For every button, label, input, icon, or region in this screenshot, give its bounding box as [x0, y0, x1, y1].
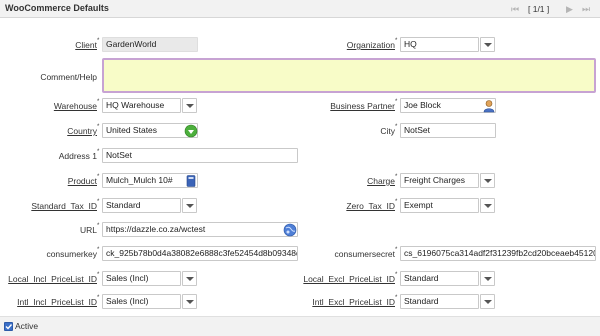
active-checkbox[interactable]	[4, 322, 13, 331]
person-lookup-icon[interactable]	[482, 99, 496, 113]
intl-excl-pricelist-dropdown-button[interactable]	[480, 294, 495, 309]
required-marker: *	[97, 124, 100, 130]
chevron-down-icon	[484, 277, 492, 281]
required-marker: *	[97, 174, 100, 180]
charge-dropdown-button[interactable]	[480, 173, 495, 188]
required-marker: *	[97, 199, 100, 205]
required-marker: *	[395, 38, 398, 44]
checkmark-icon	[5, 324, 13, 330]
consumerkey-field[interactable]: ck_925b78b0d4a38082e6888c3fe52454d8b0934…	[102, 246, 298, 261]
local-incl-pricelist-dropdown-button[interactable]	[182, 271, 197, 286]
intl-incl-pricelist-select[interactable]: Sales (Incl)	[102, 294, 181, 309]
required-marker: *	[97, 38, 100, 44]
chevron-down-icon	[186, 277, 194, 281]
zero-tax-dropdown-button[interactable]	[480, 198, 495, 213]
city-label: City	[380, 126, 395, 136]
intl-excl-pricelist-select[interactable]: Standard	[400, 294, 479, 309]
organization-select[interactable]: HQ	[400, 37, 479, 52]
standard-tax-label: Standard_Tax_ID	[31, 201, 97, 211]
warehouse-select[interactable]: HQ Warehouse	[102, 98, 181, 113]
intl-excl-pricelist-label: Intl_Excl_PriceList_ID	[312, 297, 395, 307]
local-excl-pricelist-dropdown-button[interactable]	[480, 271, 495, 286]
required-marker: *	[97, 272, 100, 278]
consumersecret-label: consumersecret	[334, 249, 395, 259]
local-excl-pricelist-label: Local_Excl_PriceList_ID	[303, 274, 395, 284]
comment-help-label: Comment/Help	[40, 72, 97, 82]
intl-incl-pricelist-dropdown-button[interactable]	[182, 294, 197, 309]
required-marker: *	[395, 174, 398, 180]
window-titlebar: WooCommerce Defaults ⏮ [ 1/1 ] ▶ ⏭	[0, 0, 600, 18]
client-field[interactable]: GardenWorld	[102, 37, 198, 52]
url-label: URL	[79, 225, 97, 235]
required-marker: *	[97, 295, 100, 301]
required-marker: *	[97, 149, 100, 155]
chevron-down-icon	[484, 300, 492, 304]
standard-tax-select[interactable]: Standard	[102, 198, 181, 213]
consumerkey-label: consumerkey	[46, 249, 97, 259]
chevron-down-icon	[484, 43, 492, 47]
required-marker: *	[395, 272, 398, 278]
organization-label: Organization	[346, 40, 395, 50]
required-marker: *	[97, 223, 100, 229]
local-incl-pricelist-label: Local_Incl_PriceList_ID	[8, 274, 97, 284]
zero-tax-select[interactable]: Exempt	[400, 198, 479, 213]
record-page-info: [ 1/1 ]	[528, 4, 550, 14]
chevron-down-icon	[186, 300, 194, 304]
charge-select[interactable]: Freight Charges	[400, 173, 479, 188]
country-label: Country	[67, 126, 97, 136]
charge-label: Charge	[367, 176, 395, 186]
required-marker: *	[395, 247, 398, 253]
globe-icon[interactable]	[283, 223, 297, 237]
business-partner-label: Business Partner	[330, 101, 395, 111]
intl-incl-pricelist-label: Intl_Incl_PriceList_ID	[17, 297, 97, 307]
last-page-icon[interactable]: ⏭	[582, 4, 590, 15]
chevron-down-icon	[186, 104, 194, 108]
local-incl-pricelist-select[interactable]: Sales (Incl)	[102, 271, 181, 286]
required-marker: *	[97, 99, 100, 105]
zero-tax-label: Zero_Tax_ID	[346, 201, 395, 211]
url-field[interactable]: https://dazzle.co.za/wctest	[102, 222, 298, 237]
location-lookup-icon[interactable]	[184, 124, 198, 138]
product-lookup-icon[interactable]	[184, 174, 198, 188]
active-label: Active	[15, 321, 39, 331]
required-marker: *	[97, 247, 100, 253]
address1-field[interactable]: NotSet	[102, 148, 298, 163]
required-marker: *	[395, 124, 398, 130]
comment-help-textarea[interactable]	[102, 58, 596, 93]
window-title: WooCommerce Defaults	[5, 3, 109, 13]
chevron-down-icon	[186, 204, 194, 208]
warehouse-dropdown-button[interactable]	[182, 98, 197, 113]
required-marker: *	[395, 99, 398, 105]
client-label: Client	[75, 40, 97, 50]
form-area: Client * GardenWorld Organization * HQ C…	[0, 19, 600, 316]
consumersecret-field[interactable]: cs_6196075ca314adf2f31239fb2cd20bceaeb45…	[400, 246, 596, 261]
chevron-down-icon	[484, 179, 492, 183]
first-page-icon[interactable]: ⏮	[511, 4, 519, 15]
address1-label: Address 1	[58, 151, 97, 161]
city-field[interactable]: NotSet	[400, 123, 496, 138]
organization-dropdown-button[interactable]	[480, 37, 495, 52]
next-page-icon[interactable]: ▶	[566, 4, 573, 15]
warehouse-label: Warehouse	[53, 101, 97, 111]
required-marker: *	[395, 295, 398, 301]
footer-bar: Active	[0, 316, 600, 336]
required-marker: *	[395, 199, 398, 205]
local-excl-pricelist-select[interactable]: Standard	[400, 271, 479, 286]
product-label: Product	[67, 176, 97, 186]
chevron-down-icon	[484, 204, 492, 208]
standard-tax-dropdown-button[interactable]	[182, 198, 197, 213]
